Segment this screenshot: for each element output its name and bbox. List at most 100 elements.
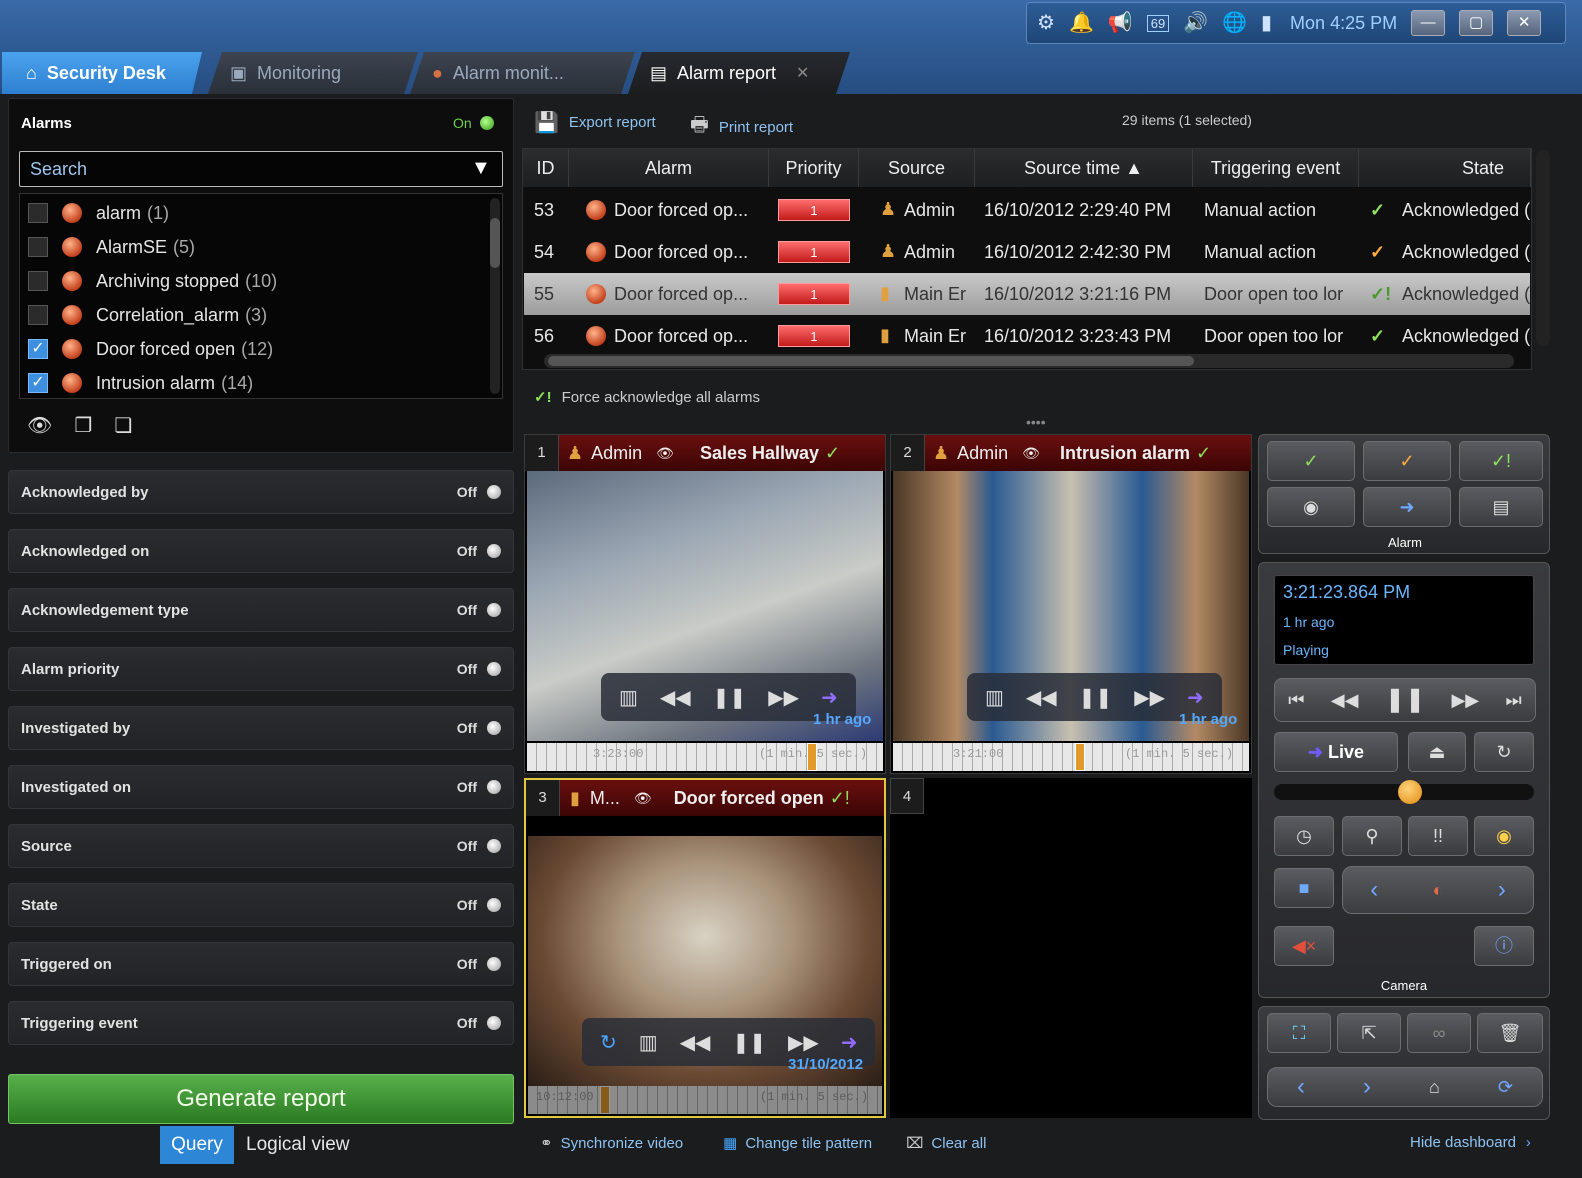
chevron-right-icon[interactable]: ›: [1498, 871, 1506, 909]
filter-icon[interactable]: ▼: [471, 157, 491, 180]
home-icon[interactable]: ⌂: [1429, 1068, 1440, 1106]
splitter-handle[interactable]: ••••: [1026, 414, 1046, 430]
column-header-source[interactable]: Source: [859, 149, 975, 187]
bookmark-button[interactable]: !!: [1408, 816, 1468, 856]
filter-investigated-on[interactable]: Investigated on Off: [8, 765, 514, 809]
record-button[interactable]: ◉: [1474, 816, 1534, 856]
tab-query[interactable]: Query: [160, 1126, 234, 1164]
fast-forward-icon[interactable]: ▶▶: [768, 685, 799, 710]
fast-forward-icon[interactable]: ▶▶: [788, 1030, 819, 1055]
filter-triggering-event[interactable]: Triggering event Off: [8, 1001, 514, 1045]
video-tile-1[interactable]: 1 ♟ Admin 👁 Sales Hallway ✓ ▥ ◀◀ ❚❚ ▶▶ ➜…: [524, 434, 886, 774]
arrow-right-icon[interactable]: ➜: [821, 685, 838, 710]
timeline[interactable]: 3:21:00 (1 min. 5 sec.): [893, 743, 1249, 771]
force-acknowledge-all-button[interactable]: ✓! Force acknowledge all alarms: [534, 388, 760, 407]
checkbox-checked[interactable]: ✓: [28, 339, 48, 359]
filter-state[interactable]: State Off: [8, 883, 514, 927]
back-icon[interactable]: ‹: [1297, 1068, 1305, 1106]
fullscreen-button[interactable]: ⛶: [1267, 1013, 1331, 1053]
app-icon[interactable]: ⚙: [1037, 13, 1055, 33]
table-row[interactable]: 56 Door forced op... 1 ▮ Main Er 16/10/2…: [524, 315, 1530, 357]
checkbox[interactable]: [28, 305, 48, 325]
loop-icon[interactable]: ↻: [600, 1030, 617, 1055]
skip-end-icon[interactable]: ⏭: [1506, 681, 1522, 719]
timeline[interactable]: 10:12:00 (1 min. 5 sec.): [528, 1086, 882, 1114]
tab-security-desk[interactable]: ⌂ Security Desk: [2, 52, 202, 94]
filter-source[interactable]: Source Off: [8, 824, 514, 868]
deselect-all-icon[interactable]: ❏: [114, 413, 132, 438]
globe-icon[interactable]: 🌐: [1222, 13, 1247, 33]
fast-forward-icon[interactable]: ▶▶: [1134, 685, 1165, 710]
generate-report-button[interactable]: Generate report: [8, 1074, 514, 1124]
rewind-icon[interactable]: ◀◀: [1026, 685, 1057, 710]
list-item[interactable]: ✓ Door forced open (12): [28, 332, 273, 366]
column-header-priority[interactable]: Priority: [769, 149, 859, 187]
table-row[interactable]: 54 Door forced op... 1 ♟ Admin 16/10/201…: [524, 231, 1530, 273]
arrow-right-icon[interactable]: ➜: [1187, 685, 1204, 710]
hide-dashboard-button[interactable]: Hide dashboard ›: [1410, 1134, 1531, 1151]
filter-triggered-on[interactable]: Triggered on Off: [8, 942, 514, 986]
forward-icon[interactable]: ›: [1363, 1068, 1371, 1106]
filter-alarm-priority[interactable]: Alarm priority Off: [8, 647, 514, 691]
rewind-icon[interactable]: ◀◀: [1331, 681, 1359, 719]
video-tile-3[interactable]: 3 ▮ M... 👁 Door forced open ✓! ↻ ▥ ◀◀ ❚❚…: [524, 778, 886, 1118]
video-tile-4[interactable]: 4: [890, 778, 1252, 1118]
maximize-button[interactable]: ▢: [1459, 10, 1494, 36]
checkbox[interactable]: [28, 203, 48, 223]
close-button[interactable]: ✕: [1507, 10, 1542, 36]
film-strip-icon[interactable]: ▥: [639, 1030, 658, 1055]
export-report-button[interactable]: 💾 Export report: [534, 110, 656, 135]
acknowledge-button[interactable]: ✓: [1267, 441, 1355, 481]
film-strip-icon[interactable]: ▥: [619, 685, 638, 710]
scrollbar-thumb[interactable]: [548, 356, 1194, 366]
clear-tile-button[interactable]: 🗑: [1477, 1013, 1543, 1053]
select-all-icon[interactable]: ❐: [74, 413, 92, 438]
toggle-off-icon[interactable]: [487, 662, 501, 676]
timeline[interactable]: 3:23:00 (1 min. 5 sec.): [527, 743, 883, 771]
investigate-button[interactable]: ◉: [1267, 487, 1355, 527]
alarm-procedure-button[interactable]: ▤: [1459, 487, 1543, 527]
pause-icon[interactable]: ❚❚: [1079, 685, 1113, 710]
list-item[interactable]: Correlation_alarm (3): [28, 298, 267, 332]
loop-button[interactable]: ↻: [1474, 732, 1534, 772]
toggle-off-icon[interactable]: [487, 603, 501, 617]
vertical-scrollbar[interactable]: [1536, 150, 1550, 346]
film-strip-icon[interactable]: ▥: [985, 685, 1004, 710]
megaphone-icon[interactable]: 📢: [1108, 13, 1133, 33]
toggle-off-icon[interactable]: [487, 898, 501, 912]
arrow-right-icon[interactable]: ➜: [841, 1030, 858, 1055]
list-item[interactable]: alarm (1): [28, 196, 169, 230]
tab-logical-view[interactable]: Logical view: [246, 1126, 350, 1164]
clear-all-button[interactable]: ⌧ Clear all: [906, 1134, 986, 1153]
eye-icon[interactable]: 👁: [1022, 445, 1040, 462]
live-button[interactable]: ➜ Live: [1274, 732, 1398, 772]
rewind-icon[interactable]: ◀◀: [680, 1030, 711, 1055]
list-item[interactable]: Archiving stopped (10): [28, 264, 277, 298]
refresh-icon[interactable]: ⟳: [1498, 1068, 1513, 1106]
sync-video-button[interactable]: ⚭ Synchronize video: [540, 1134, 683, 1153]
fast-forward-icon[interactable]: ▶▶: [1451, 681, 1479, 719]
column-header-state[interactable]: State: [1359, 149, 1531, 187]
close-tab-icon[interactable]: ✕: [796, 63, 809, 83]
tab-monitoring[interactable]: ▣ Monitoring: [208, 52, 418, 94]
timeline-cursor[interactable]: [1075, 743, 1085, 771]
column-header-alarm[interactable]: Alarm: [569, 149, 769, 187]
column-header-id[interactable]: ID: [523, 149, 569, 187]
skip-start-icon[interactable]: ⏮: [1288, 681, 1304, 719]
toggle-off-icon[interactable]: [487, 485, 501, 499]
checkbox[interactable]: [28, 237, 48, 257]
toggle-off-icon[interactable]: [487, 1016, 501, 1030]
filter-acknowledged-by[interactable]: Acknowledged by Off: [8, 470, 514, 514]
list-item[interactable]: ✓ Intrusion alarm (14): [28, 366, 253, 400]
pause-icon[interactable]: ❚❚: [713, 685, 747, 710]
search-input[interactable]: Search: [19, 151, 503, 187]
filter-acknowledgement-type[interactable]: Acknowledgement type Off: [8, 588, 514, 632]
toggle-off-icon[interactable]: [487, 780, 501, 794]
force-acknowledge-button[interactable]: ✓!: [1459, 441, 1543, 481]
checkbox[interactable]: [28, 271, 48, 291]
pop-out-button[interactable]: ⇱: [1337, 1013, 1401, 1053]
filter-investigated-by[interactable]: Investigated by Off: [8, 706, 514, 750]
scrollbar-thumb[interactable]: [490, 218, 500, 268]
stop-button[interactable]: ■: [1274, 868, 1334, 908]
info-button[interactable]: ⓘ: [1474, 926, 1534, 966]
